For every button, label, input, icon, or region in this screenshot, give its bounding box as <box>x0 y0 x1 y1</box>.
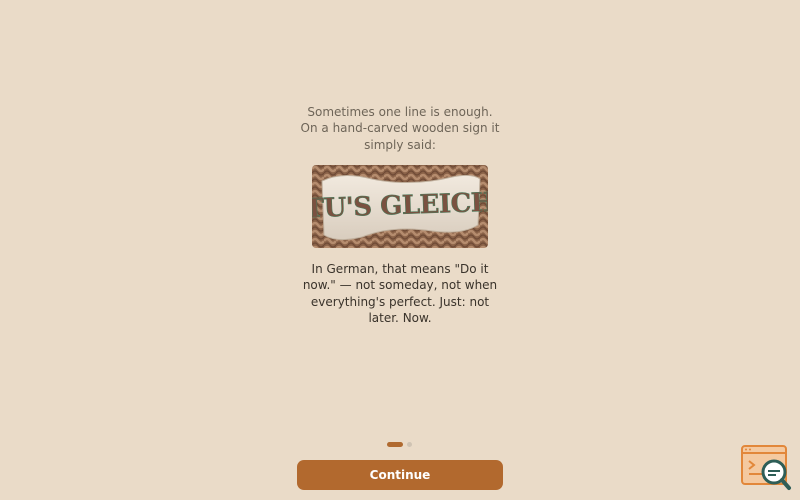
continue-button[interactable]: Continue <box>297 460 503 490</box>
page-indicator <box>387 442 412 447</box>
intro-text: Sometimes one line is enough. On a hand-… <box>300 105 500 152</box>
page-dot-inactive[interactable] <box>407 442 412 447</box>
onboarding-screen: Sometimes one line is enough. On a hand-… <box>0 0 800 500</box>
sign-lettering: TU'S GLEICH <box>312 188 488 225</box>
browser-search-icon[interactable] <box>740 444 792 492</box>
explanation-text: In German, that means "Do it now." — not… <box>302 262 498 325</box>
page-dot-active <box>387 442 403 447</box>
wooden-sign-image: TU'S GLEICH <box>312 165 488 248</box>
